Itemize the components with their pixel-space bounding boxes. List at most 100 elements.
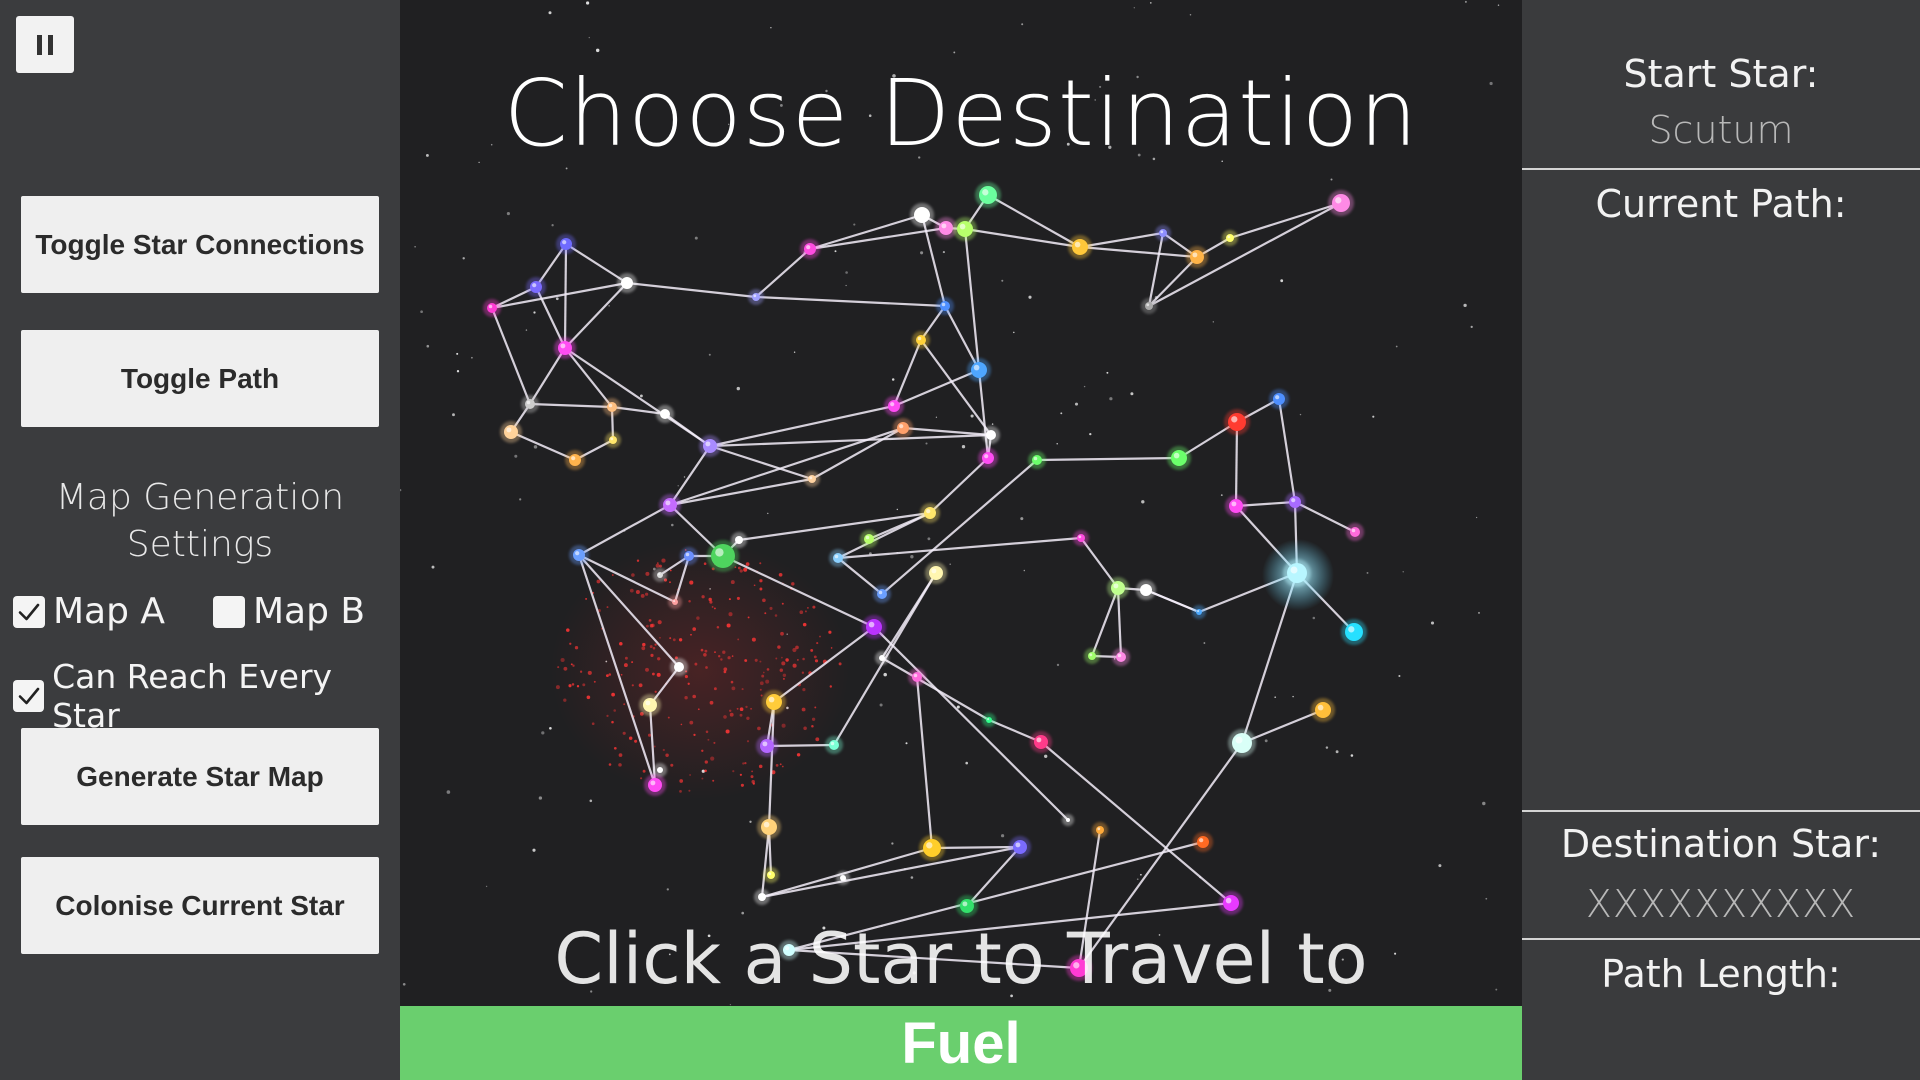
star-node[interactable] [1034, 735, 1048, 749]
pause-button[interactable] [16, 16, 74, 73]
star-node[interactable] [1287, 563, 1307, 583]
star-node[interactable] [735, 536, 743, 544]
toggle-star-connections-button[interactable]: Toggle Star Connections [21, 196, 379, 293]
star-node[interactable] [711, 544, 735, 568]
star-node[interactable] [1232, 733, 1252, 753]
star-node[interactable] [703, 439, 717, 453]
star-node[interactable] [804, 243, 816, 255]
star-node[interactable] [1140, 584, 1152, 596]
star-node[interactable] [1228, 413, 1246, 431]
star-node[interactable] [916, 335, 926, 345]
star-node[interactable] [960, 899, 974, 913]
map-b-option[interactable]: Map B [213, 591, 365, 632]
star-node[interactable] [829, 740, 839, 750]
star-node[interactable] [657, 767, 663, 773]
toggle-path-button[interactable]: Toggle Path [21, 330, 379, 427]
star-node[interactable] [833, 553, 843, 563]
star-node[interactable] [912, 672, 922, 682]
star-node[interactable] [897, 422, 909, 434]
can-reach-every-star-checkbox[interactable] [13, 680, 45, 712]
star-node[interactable] [877, 589, 887, 599]
star-map[interactable] [400, 0, 1522, 1006]
star-node[interactable] [1013, 840, 1027, 854]
star-node[interactable] [979, 186, 997, 204]
map-a-option[interactable]: Map A [13, 591, 165, 632]
star-node[interactable] [1190, 250, 1204, 264]
star-node[interactable] [1345, 623, 1363, 641]
star-node[interactable] [560, 238, 572, 250]
star-node[interactable] [767, 871, 775, 879]
star-node[interactable] [1350, 527, 1360, 537]
generate-star-map-button[interactable]: Generate Star Map [21, 728, 379, 825]
map-a-checkbox[interactable] [13, 595, 45, 628]
star-node[interactable] [1171, 450, 1187, 466]
star-node[interactable] [1032, 455, 1042, 465]
star-node[interactable] [1159, 229, 1167, 237]
star-node[interactable] [939, 221, 953, 235]
star-node[interactable] [1072, 239, 1088, 255]
star-node[interactable] [684, 551, 694, 561]
star-node[interactable] [621, 277, 633, 289]
star-node[interactable] [1116, 652, 1126, 662]
star-node[interactable] [888, 400, 900, 412]
star-node[interactable] [923, 839, 941, 857]
star-node[interactable] [766, 694, 782, 710]
star-node[interactable] [1229, 499, 1243, 513]
star-node[interactable] [957, 221, 973, 237]
star-node[interactable] [1145, 302, 1153, 310]
star-node[interactable] [1273, 393, 1285, 405]
star-node[interactable] [504, 425, 518, 439]
star-node[interactable] [929, 566, 943, 580]
star-node[interactable] [643, 698, 657, 712]
star-node[interactable] [1332, 194, 1350, 212]
star-node[interactable] [674, 662, 684, 672]
background-star [1430, 621, 1435, 625]
star-node[interactable] [914, 207, 930, 223]
star-node[interactable] [986, 430, 996, 440]
star-node[interactable] [663, 498, 677, 512]
star-node[interactable] [783, 944, 795, 956]
star-node[interactable] [648, 778, 662, 792]
star-node[interactable] [530, 281, 542, 293]
colonise-current-star-button[interactable]: Colonise Current Star [21, 857, 379, 954]
star-node[interactable] [657, 572, 663, 578]
star-node[interactable] [573, 549, 585, 561]
star-node[interactable] [487, 303, 497, 313]
star-node[interactable] [758, 893, 766, 901]
star-node[interactable] [864, 534, 874, 544]
star-node[interactable] [752, 293, 760, 301]
star-node[interactable] [569, 454, 581, 466]
star-node[interactable] [1088, 652, 1096, 660]
star-node[interactable] [986, 717, 992, 723]
star-node[interactable] [971, 362, 987, 378]
star-node[interactable] [940, 301, 950, 311]
star-node[interactable] [840, 875, 846, 881]
star-node[interactable] [808, 475, 816, 483]
star-node[interactable] [525, 399, 535, 409]
star-node[interactable] [760, 739, 774, 753]
star-node[interactable] [761, 819, 777, 835]
nebula-particle [642, 642, 646, 647]
star-node[interactable] [1197, 836, 1209, 848]
star-node[interactable] [558, 341, 572, 355]
star-map-viewport[interactable]: Choose Destination Click a Star to Trave… [400, 0, 1522, 1080]
star-node[interactable] [672, 599, 678, 605]
star-node[interactable] [1111, 581, 1125, 595]
star-node[interactable] [1223, 895, 1239, 911]
star-node[interactable] [1077, 534, 1085, 542]
star-node[interactable] [660, 409, 670, 419]
star-node[interactable] [607, 402, 617, 412]
star-node[interactable] [866, 619, 882, 635]
star-node[interactable] [982, 452, 994, 464]
star-node[interactable] [1196, 609, 1202, 615]
star-node[interactable] [1070, 959, 1088, 977]
star-node[interactable] [609, 436, 617, 444]
star-node[interactable] [1315, 702, 1331, 718]
star-node[interactable] [1096, 826, 1104, 834]
star-node[interactable] [879, 655, 885, 661]
star-node[interactable] [1289, 496, 1301, 508]
map-b-checkbox[interactable] [213, 595, 245, 628]
star-node[interactable] [1226, 234, 1234, 242]
star-node[interactable] [924, 507, 936, 519]
can-reach-every-star-option[interactable]: Can Reach Every Star [13, 657, 400, 735]
